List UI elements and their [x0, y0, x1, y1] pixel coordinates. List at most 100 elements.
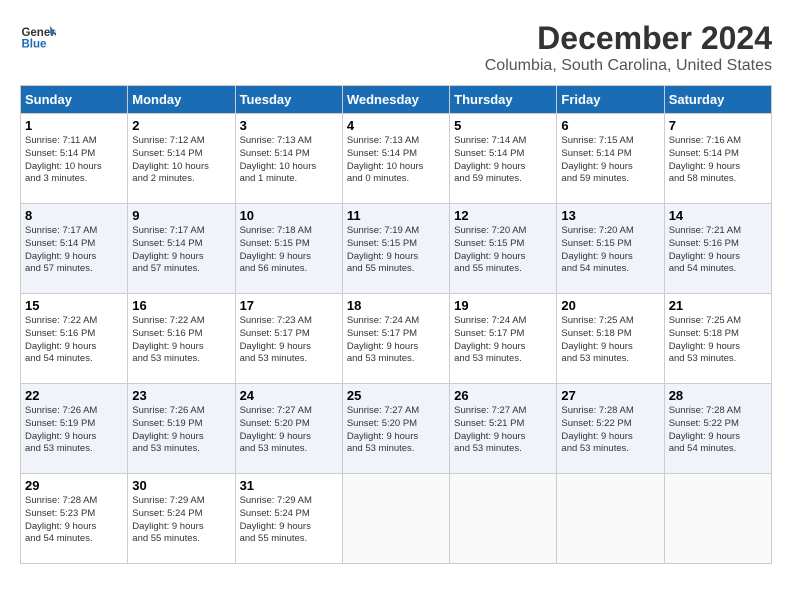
logo: General Blue	[20, 20, 56, 56]
day-number: 26	[454, 388, 552, 403]
day-number: 6	[561, 118, 659, 133]
day-info: Sunrise: 7:17 AM Sunset: 5:14 PM Dayligh…	[132, 225, 230, 276]
title-area: December 2024 Columbia, South Carolina, …	[485, 20, 772, 75]
day-info: Sunrise: 7:17 AM Sunset: 5:14 PM Dayligh…	[25, 225, 123, 276]
calendar-cell: 5 Sunrise: 7:14 AM Sunset: 5:14 PM Daylig…	[450, 114, 557, 204]
day-info: Sunrise: 7:22 AM Sunset: 5:16 PM Dayligh…	[132, 315, 230, 366]
calendar-cell: 2 Sunrise: 7:12 AM Sunset: 5:14 PM Daylig…	[128, 114, 235, 204]
day-info: Sunrise: 7:29 AM Sunset: 5:24 PM Dayligh…	[132, 495, 230, 546]
day-number: 4	[347, 118, 445, 133]
day-number: 24	[240, 388, 338, 403]
day-info: Sunrise: 7:28 AM Sunset: 5:22 PM Dayligh…	[561, 405, 659, 456]
day-number: 21	[669, 298, 767, 313]
day-number: 10	[240, 208, 338, 223]
day-info: Sunrise: 7:26 AM Sunset: 5:19 PM Dayligh…	[25, 405, 123, 456]
calendar-cell: 27 Sunrise: 7:28 AM Sunset: 5:22 PM Dayli…	[557, 384, 664, 474]
calendar-cell: 17 Sunrise: 7:23 AM Sunset: 5:17 PM Dayli…	[235, 294, 342, 384]
calendar-cell: 18 Sunrise: 7:24 AM Sunset: 5:17 PM Dayli…	[342, 294, 449, 384]
day-number: 28	[669, 388, 767, 403]
day-info: Sunrise: 7:13 AM Sunset: 5:14 PM Dayligh…	[240, 135, 338, 186]
day-info: Sunrise: 7:22 AM Sunset: 5:16 PM Dayligh…	[25, 315, 123, 366]
calendar-cell: 28 Sunrise: 7:28 AM Sunset: 5:22 PM Dayli…	[664, 384, 771, 474]
calendar-cell: 7 Sunrise: 7:16 AM Sunset: 5:14 PM Daylig…	[664, 114, 771, 204]
day-info: Sunrise: 7:14 AM Sunset: 5:14 PM Dayligh…	[454, 135, 552, 186]
calendar-cell: 14 Sunrise: 7:21 AM Sunset: 5:16 PM Dayli…	[664, 204, 771, 294]
day-number: 9	[132, 208, 230, 223]
day-info: Sunrise: 7:11 AM Sunset: 5:14 PM Dayligh…	[25, 135, 123, 186]
calendar-cell: 31Sunrise: 7:29 AM Sunset: 5:24 PM Dayli…	[235, 474, 342, 564]
day-number: 22	[25, 388, 123, 403]
day-number: 31	[240, 478, 338, 493]
weekday-header-wednesday: Wednesday	[342, 86, 449, 114]
calendar-cell	[342, 474, 449, 564]
calendar-cell: 26 Sunrise: 7:27 AM Sunset: 5:21 PM Dayli…	[450, 384, 557, 474]
day-info: Sunrise: 7:28 AM Sunset: 5:22 PM Dayligh…	[669, 405, 767, 456]
calendar-cell: 30 Sunrise: 7:29 AM Sunset: 5:24 PM Dayli…	[128, 474, 235, 564]
day-number: 29	[25, 478, 123, 493]
calendar-cell: 9 Sunrise: 7:17 AM Sunset: 5:14 PM Daylig…	[128, 204, 235, 294]
day-info: Sunrise: 7:20 AM Sunset: 5:15 PM Dayligh…	[561, 225, 659, 276]
day-number: 17	[240, 298, 338, 313]
day-info: Sunrise: 7:12 AM Sunset: 5:14 PM Dayligh…	[132, 135, 230, 186]
day-number: 18	[347, 298, 445, 313]
calendar-cell	[664, 474, 771, 564]
svg-text:Blue: Blue	[21, 38, 47, 50]
day-info: Sunrise: 7:26 AM Sunset: 5:19 PM Dayligh…	[132, 405, 230, 456]
weekday-header-saturday: Saturday	[664, 86, 771, 114]
calendar-cell: 12Sunrise: 7:20 AM Sunset: 5:15 PM Dayli…	[450, 204, 557, 294]
calendar-cell: 20 Sunrise: 7:25 AM Sunset: 5:18 PM Dayli…	[557, 294, 664, 384]
day-info: Sunrise: 7:25 AM Sunset: 5:18 PM Dayligh…	[669, 315, 767, 366]
weekday-header-monday: Monday	[128, 86, 235, 114]
day-number: 11	[347, 208, 445, 223]
calendar-cell	[557, 474, 664, 564]
logo-icon: General Blue	[20, 20, 56, 56]
page-title: December 2024	[485, 20, 772, 57]
day-info: Sunrise: 7:16 AM Sunset: 5:14 PM Dayligh…	[669, 135, 767, 186]
day-info: Sunrise: 7:24 AM Sunset: 5:17 PM Dayligh…	[454, 315, 552, 366]
day-number: 5	[454, 118, 552, 133]
calendar-cell: 15 Sunrise: 7:22 AM Sunset: 5:16 PM Dayli…	[21, 294, 128, 384]
calendar-cell: 6 Sunrise: 7:15 AM Sunset: 5:14 PM Daylig…	[557, 114, 664, 204]
calendar-table: SundayMondayTuesdayWednesdayThursdayFrid…	[20, 85, 772, 564]
day-info: Sunrise: 7:19 AM Sunset: 5:15 PM Dayligh…	[347, 225, 445, 276]
calendar-cell: 21 Sunrise: 7:25 AM Sunset: 5:18 PM Dayli…	[664, 294, 771, 384]
calendar-cell: 4Sunrise: 7:13 AM Sunset: 5:14 PM Daylig…	[342, 114, 449, 204]
day-info: Sunrise: 7:21 AM Sunset: 5:16 PM Dayligh…	[669, 225, 767, 276]
day-info: Sunrise: 7:28 AM Sunset: 5:23 PM Dayligh…	[25, 495, 123, 546]
day-info: Sunrise: 7:15 AM Sunset: 5:14 PM Dayligh…	[561, 135, 659, 186]
calendar-cell	[450, 474, 557, 564]
calendar-cell: 1 Sunrise: 7:11 AM Sunset: 5:14 PM Daylig…	[21, 114, 128, 204]
day-number: 2	[132, 118, 230, 133]
calendar-cell: 22 Sunrise: 7:26 AM Sunset: 5:19 PM Dayli…	[21, 384, 128, 474]
weekday-header-friday: Friday	[557, 86, 664, 114]
day-info: Sunrise: 7:25 AM Sunset: 5:18 PM Dayligh…	[561, 315, 659, 366]
calendar-cell: 8 Sunrise: 7:17 AM Sunset: 5:14 PM Daylig…	[21, 204, 128, 294]
day-number: 30	[132, 478, 230, 493]
day-info: Sunrise: 7:27 AM Sunset: 5:20 PM Dayligh…	[240, 405, 338, 456]
calendar-cell: 10Sunrise: 7:18 AM Sunset: 5:15 PM Dayli…	[235, 204, 342, 294]
day-info: Sunrise: 7:24 AM Sunset: 5:17 PM Dayligh…	[347, 315, 445, 366]
calendar-cell: 13 Sunrise: 7:20 AM Sunset: 5:15 PM Dayli…	[557, 204, 664, 294]
day-number: 13	[561, 208, 659, 223]
day-info: Sunrise: 7:27 AM Sunset: 5:21 PM Dayligh…	[454, 405, 552, 456]
day-number: 1	[25, 118, 123, 133]
day-info: Sunrise: 7:20 AM Sunset: 5:15 PM Dayligh…	[454, 225, 552, 276]
day-number: 27	[561, 388, 659, 403]
day-number: 8	[25, 208, 123, 223]
calendar-cell: 24 Sunrise: 7:27 AM Sunset: 5:20 PM Dayli…	[235, 384, 342, 474]
day-number: 15	[25, 298, 123, 313]
page-subtitle: Columbia, South Carolina, United States	[485, 57, 772, 75]
calendar-cell: 23 Sunrise: 7:26 AM Sunset: 5:19 PM Dayli…	[128, 384, 235, 474]
page-header: General Blue December 2024 Columbia, Sou…	[20, 20, 772, 75]
day-number: 14	[669, 208, 767, 223]
day-number: 23	[132, 388, 230, 403]
calendar-cell: 29 Sunrise: 7:28 AM Sunset: 5:23 PM Dayli…	[21, 474, 128, 564]
day-info: Sunrise: 7:23 AM Sunset: 5:17 PM Dayligh…	[240, 315, 338, 366]
day-number: 20	[561, 298, 659, 313]
day-number: 25	[347, 388, 445, 403]
day-number: 3	[240, 118, 338, 133]
day-number: 7	[669, 118, 767, 133]
weekday-header-thursday: Thursday	[450, 86, 557, 114]
weekday-header-tuesday: Tuesday	[235, 86, 342, 114]
calendar-cell: 16Sunrise: 7:22 AM Sunset: 5:16 PM Dayli…	[128, 294, 235, 384]
